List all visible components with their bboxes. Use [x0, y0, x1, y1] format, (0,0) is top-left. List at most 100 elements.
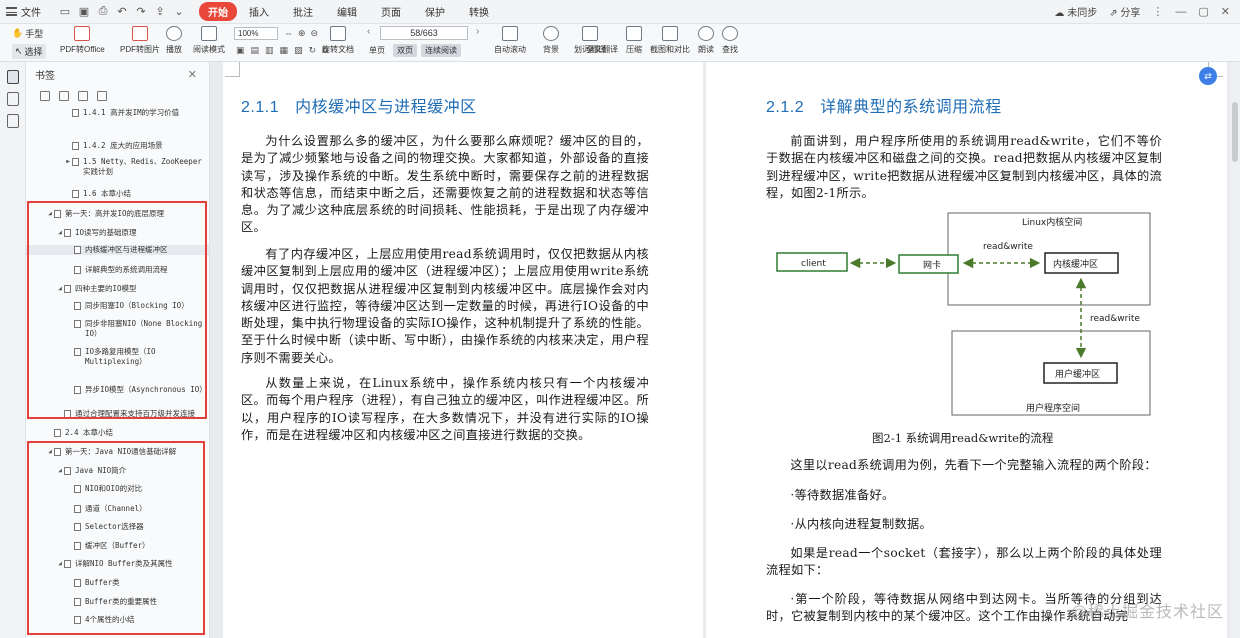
- read-mode-button[interactable]: 阅读模式: [193, 26, 225, 55]
- zoom-out-icon[interactable]: ⊖: [311, 28, 319, 39]
- share-button[interactable]: ⇗ 分享: [1109, 4, 1140, 19]
- kernel-buffer-label: 内核缓冲区: [1053, 258, 1098, 270]
- bookmark-options-icon[interactable]: [78, 91, 88, 101]
- cursor-icon: ↖: [15, 46, 23, 56]
- tab-edit[interactable]: 编辑: [325, 4, 369, 19]
- open-folder-icon[interactable]: ▭: [59, 5, 71, 18]
- user-buffer-label: 用户缓冲区: [1055, 368, 1100, 380]
- tab-insert[interactable]: 插入: [237, 4, 281, 19]
- bookmark-doc-icon: [72, 142, 79, 150]
- export-icon[interactable]: ⇪: [154, 5, 166, 18]
- kernel-space-label: Linux内核空间: [1022, 216, 1082, 228]
- tab-start[interactable]: 开始: [199, 2, 237, 21]
- tab-page[interactable]: 页面: [369, 4, 413, 19]
- expand-all-icon[interactable]: [40, 91, 50, 101]
- bookmark-item[interactable]: 1.6 本章小结: [26, 189, 209, 199]
- bookmark-item[interactable]: 1.4.1 高并发IM的学习价值: [26, 108, 209, 118]
- translate-float-icon[interactable]: ⇄: [1199, 67, 1217, 85]
- play-icon: [166, 26, 182, 41]
- paragraph: 从数量上来说，在Linux系统中，操作系统内核只有一个内核缓冲区。而每个用户程序…: [241, 376, 649, 442]
- zoom-select[interactable]: 100%: [234, 27, 278, 40]
- restore-icon[interactable]: ▢: [1198, 5, 1208, 18]
- minimize-icon[interactable]: —: [1175, 6, 1186, 18]
- figure-caption: 图2-1 系统调用read&write的流程: [872, 431, 1054, 445]
- play-button[interactable]: 播放: [166, 26, 182, 55]
- bookmark-title: 书签: [35, 70, 55, 82]
- actual-size-icon[interactable]: ▣: [236, 45, 245, 56]
- single-page-button[interactable]: 单页: [365, 44, 389, 57]
- full-translate-button[interactable]: 全文翻译: [586, 44, 618, 55]
- hamburger-icon: [6, 7, 17, 16]
- bookmark-tools: [26, 86, 209, 106]
- select-tool[interactable]: ↖ 选择: [12, 44, 46, 59]
- page-right: 2.1.2 详解典型的系统调用流程 前面讲到，用户程序所使用的系统调用read&w…: [706, 62, 1227, 638]
- screenshot-compare-button[interactable]: 截图和对比: [650, 26, 690, 55]
- fit-width-icon[interactable]: ⇔: [284, 28, 293, 39]
- bookmark-item[interactable]: ▶ 1.5 Netty、Redis、ZooKeeper实践计划: [26, 157, 209, 177]
- rotate-button[interactable]: 旋转文档: [322, 26, 354, 55]
- bookmark-item[interactable]: 2.4 本章小结: [26, 428, 209, 438]
- dropdown-icon[interactable]: ⌄: [173, 5, 185, 18]
- vertical-scrollbar[interactable]: [1230, 62, 1240, 638]
- auto-scroll-button[interactable]: 自动滚动: [494, 26, 526, 55]
- moon-icon: [543, 26, 559, 41]
- pdf-to-image-button[interactable]: PDF转图片: [120, 26, 160, 55]
- hand-tool[interactable]: ✋ 手型: [12, 27, 43, 40]
- tab-convert[interactable]: 转换: [457, 4, 501, 19]
- search-button[interactable]: 查找: [722, 26, 738, 55]
- thumbnail-icon[interactable]: ▦: [280, 45, 289, 56]
- highlight-box-1: [27, 201, 207, 419]
- prev-page-icon[interactable]: ‹: [367, 26, 370, 37]
- add-bookmark-icon[interactable]: [59, 91, 69, 101]
- sync-status[interactable]: ☁ 未同步: [1054, 4, 1097, 19]
- paragraph: 为什么设置那么多的缓冲区，为什么要那么麻烦呢？缓冲区的目的，是为了减少频繁地与设…: [241, 134, 649, 235]
- double-page-button[interactable]: 双页: [393, 44, 417, 57]
- tab-annotate[interactable]: 批注: [281, 4, 325, 19]
- close-icon[interactable]: ✕: [1221, 5, 1230, 18]
- undo-icon[interactable]: ↶: [116, 5, 128, 18]
- quick-access: ▭ ▣ ⎙ ↶ ↷ ⇪ ⌄: [49, 5, 185, 18]
- view-icons: ▣ ▤ ▥ ▦ ▧ ↻ ⧉: [236, 45, 329, 56]
- watermark: @稀土掘金技术社区: [1070, 604, 1224, 621]
- read-aloud-button[interactable]: 朗读: [698, 26, 714, 55]
- fit-page-icon[interactable]: ▤: [251, 45, 260, 56]
- scrollbar-thumb[interactable]: [1232, 102, 1238, 162]
- print-icon[interactable]: ⎙: [97, 5, 109, 18]
- pdf-to-office-button[interactable]: PDF转Office: [60, 26, 105, 55]
- thumbnails-panel-icon[interactable]: [6, 92, 19, 106]
- bookmark-label: 1.4.2 庞大的应用场景: [83, 141, 163, 150]
- menubar-right: ☁ 未同步 ⇗ 分享 ⋮ — ▢ ✕: [1054, 4, 1240, 20]
- bookmark-panel-icon[interactable]: [6, 70, 19, 84]
- continuous-read-button[interactable]: 连续阅读: [421, 44, 461, 57]
- bookmark-item[interactable]: 1.4.2 庞大的应用场景: [26, 141, 209, 151]
- read-write-label-2: read&write: [1090, 314, 1140, 324]
- section-heading-2-1-1: 2.1.1 内核缓冲区与进程缓冲区: [241, 99, 477, 116]
- more-icon[interactable]: ⋮: [1152, 5, 1163, 18]
- next-page-icon[interactable]: ›: [476, 26, 479, 37]
- tab-protect[interactable]: 保护: [413, 4, 457, 19]
- document-view[interactable]: 2.1.1 内核缓冲区与进程缓冲区 为什么设置那么多的缓冲区，为什么要那么麻烦呢？…: [210, 62, 1240, 638]
- view-mode-group: 单页 双页 连续阅读: [365, 44, 461, 57]
- fit-height-icon[interactable]: ▥: [265, 45, 274, 56]
- bookmark-flag-icon[interactable]: [97, 91, 107, 101]
- translate-icon: [582, 26, 598, 41]
- bookmark-doc-icon: [72, 190, 79, 198]
- page-number-input[interactable]: 58/663: [380, 26, 468, 40]
- paragraph: 如果是read一个socket（套接字），那么以上两个阶段的具体处理流程如下：: [766, 546, 1162, 578]
- zoom-in-icon[interactable]: ⊕: [298, 28, 306, 39]
- paragraph: 有了内存缓冲区，上层应用使用read系统调用时，仅仅把数据从内核缓冲区复制到上层…: [241, 247, 649, 365]
- redo-icon[interactable]: ↷: [135, 5, 147, 18]
- annotations-panel-icon[interactable]: [6, 114, 19, 128]
- background-button[interactable]: 背景: [543, 26, 559, 55]
- snapshot-icon[interactable]: ▧: [294, 45, 303, 56]
- section-heading-2-1-2: 2.1.2 详解典型的系统调用流程: [766, 99, 1002, 116]
- close-panel-icon[interactable]: ✕: [188, 68, 197, 81]
- expand-arrow-icon[interactable]: ▶: [64, 157, 72, 167]
- scissors-icon: [662, 26, 678, 41]
- bookmark-doc-icon: [72, 158, 79, 166]
- refresh-icon[interactable]: ↻: [309, 45, 317, 56]
- compress-button[interactable]: 压缩: [626, 26, 642, 55]
- save-icon[interactable]: ▣: [78, 5, 90, 18]
- file-menu[interactable]: 文件: [0, 4, 49, 19]
- file-menu-label: 文件: [21, 8, 41, 19]
